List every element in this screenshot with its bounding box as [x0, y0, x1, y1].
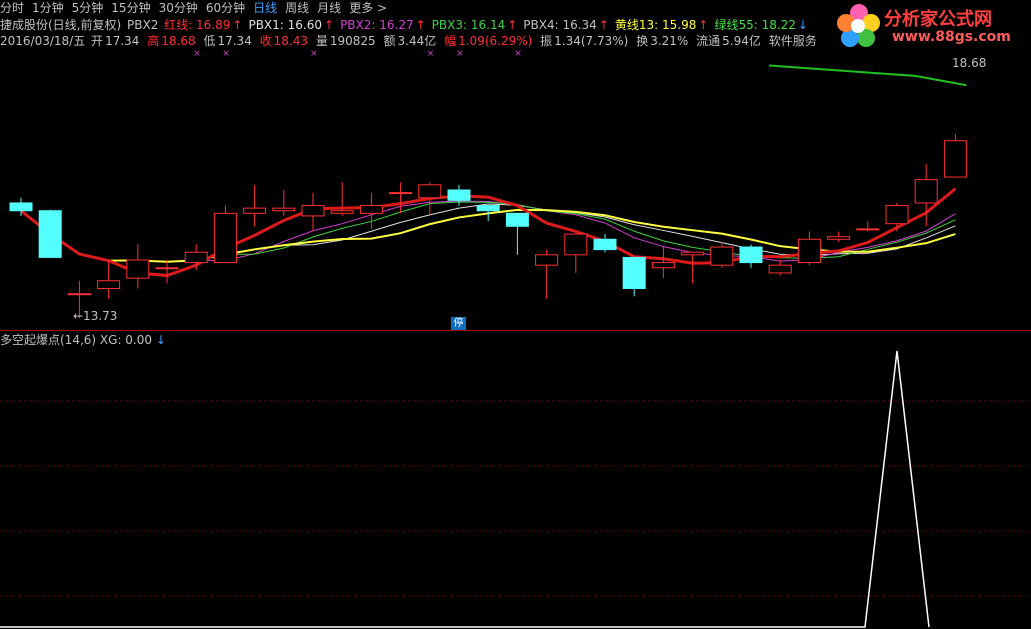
sub-indicator-chart [0, 350, 1031, 628]
candle-body-0 [9, 202, 33, 212]
quote-close: 收 18.43 [259, 34, 309, 48]
candle-body-18 [535, 254, 559, 266]
period-tab-9[interactable]: 更多 > [349, 0, 387, 16]
candle-body-19 [564, 233, 588, 256]
indicator-values: 红线: 16.89 ↑ PBX1: 16.60 ↑ PBX2: 16.27 ↑ PBX3: … [164, 18, 814, 32]
quote-open: 开 17.34 [91, 34, 140, 48]
candle-body-29 [856, 228, 880, 231]
quote-turnover: 换 3.21% [636, 34, 689, 48]
period-tab-2[interactable]: 5分钟 [72, 0, 104, 16]
indicator-value-4: PBX4: 16.34 [523, 18, 597, 32]
stop-mark-3: × [427, 50, 435, 59]
indicator-header: 捷成股份(日线,前复权) PBX2 红线: 16.89 ↑ PBX1: 16.60 ↑… [0, 17, 816, 33]
stock-title: 捷成股份(日线,前复权) [0, 18, 122, 32]
candle-body-23 [681, 251, 705, 256]
candle-body-17 [505, 212, 529, 227]
candle-body-25 [739, 246, 763, 264]
quote-low: 低 17.34 [203, 34, 252, 48]
quote-amplitude: 振 1.34(7.73%) [540, 34, 629, 48]
logo-title: 分析家公式网 [884, 9, 992, 30]
quote-volume: 量 190825 [315, 34, 376, 48]
flower-logo-icon [837, 4, 880, 47]
stop-mark-1: × [222, 50, 230, 59]
candle-body-4 [126, 259, 150, 279]
stop-mark-4: × [456, 50, 464, 59]
candle-body-30 [885, 205, 909, 225]
candle-body-6 [184, 251, 208, 264]
site-logo: 分析家公式网 www.88gs.com [836, 3, 1026, 51]
indicator-arrow-3: ↑ [507, 18, 518, 32]
candle-body-12 [359, 205, 383, 214]
candle-body-24 [710, 246, 734, 266]
period-tab-5[interactable]: 60分钟 [206, 0, 245, 16]
quote-industry: 软件服务 [768, 34, 817, 48]
indicator-arrow-5: ↑ [698, 18, 709, 32]
indicator-arrow-2: ↑ [415, 18, 426, 32]
green-line-55 [769, 64, 967, 87]
high-price-marker: 18.68 [952, 56, 987, 70]
indicator-arrow-1: ↑ [324, 18, 335, 32]
candle-body-11 [330, 210, 354, 214]
candle-body-7 [213, 212, 237, 264]
quote-amount: 额 3.44亿 [383, 34, 437, 48]
period-tab-1[interactable]: 1分钟 [32, 0, 64, 16]
candle-body-16 [476, 205, 500, 212]
stop-badge[interactable]: 停 [451, 317, 466, 330]
period-tab-6[interactable]: 日线 [253, 0, 277, 16]
indicator-value-6: 绿线55: 18.22 [714, 18, 796, 32]
indicator-arrow-4: ↑ [598, 18, 609, 32]
candle-body-8 [243, 207, 267, 214]
candle-body-14 [418, 184, 442, 199]
indicator-value-2: PBX2: 16.27 [340, 18, 414, 32]
candle-body-21 [622, 256, 646, 290]
xg-signal-line [0, 350, 930, 628]
quote-date: 2016/03/18/五 [0, 34, 86, 48]
logo-url: www.88gs.com [892, 29, 1011, 45]
indicator-arrow-6: ↓ [797, 18, 808, 32]
candle-body-13 [389, 192, 413, 195]
candle-body-9 [272, 207, 296, 212]
candle-body-22 [651, 262, 675, 269]
indicator-arrow-0: ↑ [232, 18, 243, 32]
stop-mark-0: × [193, 50, 201, 59]
candle-body-31 [914, 179, 938, 204]
candle-body-26 [768, 264, 792, 274]
candle-body-2 [67, 293, 91, 296]
candle-body-32 [943, 140, 967, 178]
candle-body-3 [97, 280, 121, 290]
indicator-value-3: PBX3: 16.14 [431, 18, 506, 32]
period-tab-0[interactable]: 分时 [0, 0, 24, 16]
period-tab-7[interactable]: 周线 [285, 0, 309, 16]
indicator-value-5: 黄线13: 15.98 [614, 18, 697, 32]
low-price-marker: ←13.73 [73, 309, 118, 323]
candle-body-20 [593, 238, 617, 251]
candle-body-5 [155, 267, 179, 270]
candle-body-27 [797, 238, 821, 264]
indicator-value-0: 红线: 16.89 [164, 18, 231, 32]
candle-body-1 [38, 210, 62, 258]
indicator-value-1: PBX1: 16.60 [248, 18, 322, 32]
quote-change: 幅 1.09(6.29%) [444, 34, 533, 48]
period-tab-4[interactable]: 30分钟 [159, 0, 198, 16]
quote-line: 2016/03/18/五 开 17.34 高 18.68 低 17.34 收 18.43… [0, 33, 819, 49]
candle-body-28 [827, 236, 851, 240]
indicator-name[interactable]: PBX2 [127, 18, 158, 32]
candlestick-chart: × × × × × × [9, 50, 967, 319]
quote-float: 流通 5.94亿 [696, 34, 761, 48]
candle-body-10 [301, 205, 325, 217]
candle-body-15 [447, 189, 471, 201]
stop-mark-5: × [514, 50, 522, 59]
period-tab-8[interactable]: 月线 [317, 0, 341, 16]
period-tab-3[interactable]: 15分钟 [111, 0, 150, 16]
stop-mark-2: × [310, 50, 318, 59]
quote-high: 高 18.68 [147, 34, 196, 48]
